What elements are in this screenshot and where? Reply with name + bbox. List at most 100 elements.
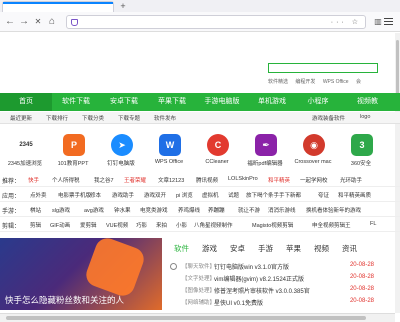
tab-video[interactable]: 视频 — [314, 243, 329, 254]
tag-link[interactable]: 钟水果 — [114, 206, 131, 214]
tag-link[interactable]: 试题 — [228, 191, 239, 199]
tag-link[interactable]: 申全视频剪辑王 — [312, 221, 351, 229]
library-icon[interactable]: ▥ — [372, 16, 384, 28]
tag-link[interactable]: 消消乐游线 — [268, 206, 296, 214]
tag-link[interactable]: 就让不游 — [238, 206, 260, 214]
tag-link[interactable]: 和平精英 — [268, 176, 290, 184]
tag-link[interactable]: 小影 — [176, 221, 187, 229]
tag-link[interactable]: 养蹦蹦 — [208, 206, 225, 214]
home-button[interactable]: ⌂ — [46, 16, 58, 28]
tag-link[interactable]: 虚拟机 — [202, 191, 219, 199]
tag-link[interactable]: 一起学网校 — [300, 176, 328, 184]
shield-icon[interactable] — [71, 19, 78, 26]
tag-link[interactable]: 电影票手机版 — [58, 191, 91, 199]
subnav-topics[interactable]: 下载专题 — [118, 114, 140, 122]
back-button[interactable]: ← — [4, 16, 16, 28]
list-item[interactable]: 【聊天软件】 钉钉电脑版win v3.1.0官方版 20-08-28 — [168, 262, 378, 272]
subnav-logo[interactable]: logo — [360, 114, 370, 120]
tag-link[interactable]: 游戏助手 — [112, 191, 134, 199]
tag-link[interactable]: 个人所得税 — [52, 176, 80, 184]
tag-link[interactable]: 夸证 — [318, 191, 329, 199]
app-tile[interactable]: 2345 2345加速浏览 — [2, 126, 48, 170]
quick-link[interactable]: 编程开发 — [295, 79, 315, 85]
subnav-publish[interactable]: 软件发布 — [154, 114, 176, 122]
app-tile[interactable]: 3 360安全 — [338, 126, 384, 170]
tab-software[interactable]: 软件 — [174, 243, 189, 254]
tag-link[interactable]: 养鸡爆线 — [178, 206, 200, 214]
stop-button[interactable]: ✕ — [32, 16, 44, 28]
app-tile[interactable]: ➤ 钉钉电脑版 — [98, 126, 144, 170]
subnav-game-tools[interactable]: 游戏装备软件 — [312, 114, 345, 122]
item-title[interactable]: 修普涅考照片审核软件 v3.0.0.385官 — [214, 286, 310, 295]
subnav-ranking[interactable]: 下载排行 — [46, 114, 68, 122]
tag-link[interactable]: avg游戏 — [84, 206, 104, 214]
quick-link[interactable]: WPS Office — [323, 79, 349, 85]
tag-link[interactable]: 电竞类游戏 — [140, 206, 168, 214]
tab-mobile-games[interactable]: 手游 — [258, 243, 273, 254]
item-title[interactable]: 星侠UI v0.1免费版 — [214, 298, 263, 307]
address-bar[interactable]: ··· ☆ — [66, 15, 366, 29]
tag-link[interactable]: 棋站 — [30, 206, 41, 214]
app-tile[interactable]: P 101教育PPT — [50, 126, 96, 170]
horizontal-scrollbar[interactable] — [0, 313, 395, 322]
app-tile[interactable]: C CCleaner — [194, 126, 240, 170]
tag-link[interactable]: LOLSkinPro — [228, 176, 258, 182]
browser-tab[interactable] — [2, 1, 114, 12]
quick-link[interactable]: 会 — [356, 79, 361, 85]
tag-link[interactable]: 巧影 — [136, 221, 147, 229]
nav-item-single-games[interactable]: 单机游戏 — [248, 93, 296, 111]
subnav-categories[interactable]: 下载分类 — [82, 114, 104, 122]
tag-link[interactable]: 光环助手 — [340, 176, 362, 184]
tag-link[interactable]: 八角星视频制作 — [194, 221, 233, 229]
tag-link[interactable]: 和平精英画质 — [338, 191, 371, 199]
horizontal-scrollbar-thumb[interactable] — [6, 316, 366, 320]
search-input[interactable] — [268, 63, 378, 73]
tag-link[interactable]: 王者荣耀 — [124, 176, 146, 184]
item-title[interactable]: vim编辑器(gvim) v8.2.1524正式版 — [214, 274, 304, 283]
tag-link[interactable]: 我之谷7 — [94, 176, 114, 184]
nav-item-video[interactable]: 视频教 — [340, 93, 395, 111]
tag-link[interactable]: 修本 — [90, 191, 101, 199]
tag-link[interactable]: 文章12123 — [158, 176, 184, 184]
forward-button[interactable]: → — [18, 16, 30, 28]
app-tile[interactable]: ✒ 福昕pdf编辑器 — [242, 126, 288, 170]
tag-link[interactable]: pi 浏览 — [176, 191, 193, 199]
tag-link[interactable]: slg游戏 — [52, 206, 70, 214]
nav-item-software[interactable]: 软件下载 — [52, 93, 100, 111]
tag-link[interactable]: Magisto视频剪辑 — [252, 221, 293, 229]
nav-item-home[interactable]: 首页 — [0, 93, 52, 111]
page-actions-icon[interactable]: ··· ☆ — [331, 18, 361, 26]
list-item[interactable]: 【图像处理】 修普涅考照片审核软件 v3.0.0.385官 20-08-28 — [168, 286, 378, 296]
quick-link[interactable]: 软件精选 — [268, 79, 288, 85]
tab-games[interactable]: 游戏 — [202, 243, 217, 254]
tab-news[interactable]: 资讯 — [342, 243, 357, 254]
nav-item-mobile-games[interactable]: 手游电脑版 — [196, 93, 248, 111]
list-item[interactable]: 【网络辅助】 星侠UI v0.1免费版 20-08-28 — [168, 298, 378, 308]
scrollbar-thumb[interactable] — [396, 40, 399, 100]
list-item[interactable]: 【文字处理】 vim编辑器(gvim) v8.2.1524正式版 20-08-2… — [168, 274, 378, 284]
tag-link[interactable]: FL — [370, 221, 376, 227]
tag-link[interactable]: 换机看体验新年的游戏 — [306, 206, 361, 214]
tag-link[interactable]: 点外卖 — [30, 191, 47, 199]
tag-link[interactable]: VUE视频 — [106, 221, 128, 229]
subnav-recent[interactable]: 最近更新 — [10, 114, 32, 122]
menu-button[interactable] — [384, 16, 394, 28]
nav-item-android[interactable]: 安卓下载 — [100, 93, 148, 111]
nav-item-mini-program[interactable]: 小程序 — [296, 93, 340, 111]
banner-caption[interactable]: 快手怎么隐藏粉丝数和关注的人 — [5, 294, 161, 306]
app-tile[interactable]: W WPS Office — [146, 126, 192, 170]
new-tab-button[interactable]: + — [118, 1, 128, 11]
tag-link[interactable]: 旅下喝个条手手下新都 — [246, 191, 301, 199]
app-tile[interactable]: ◉ Crossover mac — [290, 126, 336, 170]
tag-link[interactable]: 腾讯视频 — [196, 176, 218, 184]
item-title[interactable]: 钉钉电脑版win v3.1.0官方版 — [214, 262, 289, 271]
featured-banner[interactable]: 快手怎么隐藏粉丝数和关注的人 — [0, 238, 162, 310]
nav-item-apple[interactable]: 苹果下载 — [148, 93, 196, 111]
tag-link[interactable]: 剪辑 — [30, 221, 41, 229]
tab-apple[interactable]: 苹果 — [286, 243, 301, 254]
tag-link[interactable]: 爱剪辑 — [80, 221, 97, 229]
tab-android[interactable]: 安卓 — [230, 243, 245, 254]
tag-link[interactable]: GIF动画 — [50, 221, 70, 229]
tag-link[interactable]: 来拍 — [156, 221, 167, 229]
tag-link[interactable]: 快手 — [28, 176, 39, 184]
